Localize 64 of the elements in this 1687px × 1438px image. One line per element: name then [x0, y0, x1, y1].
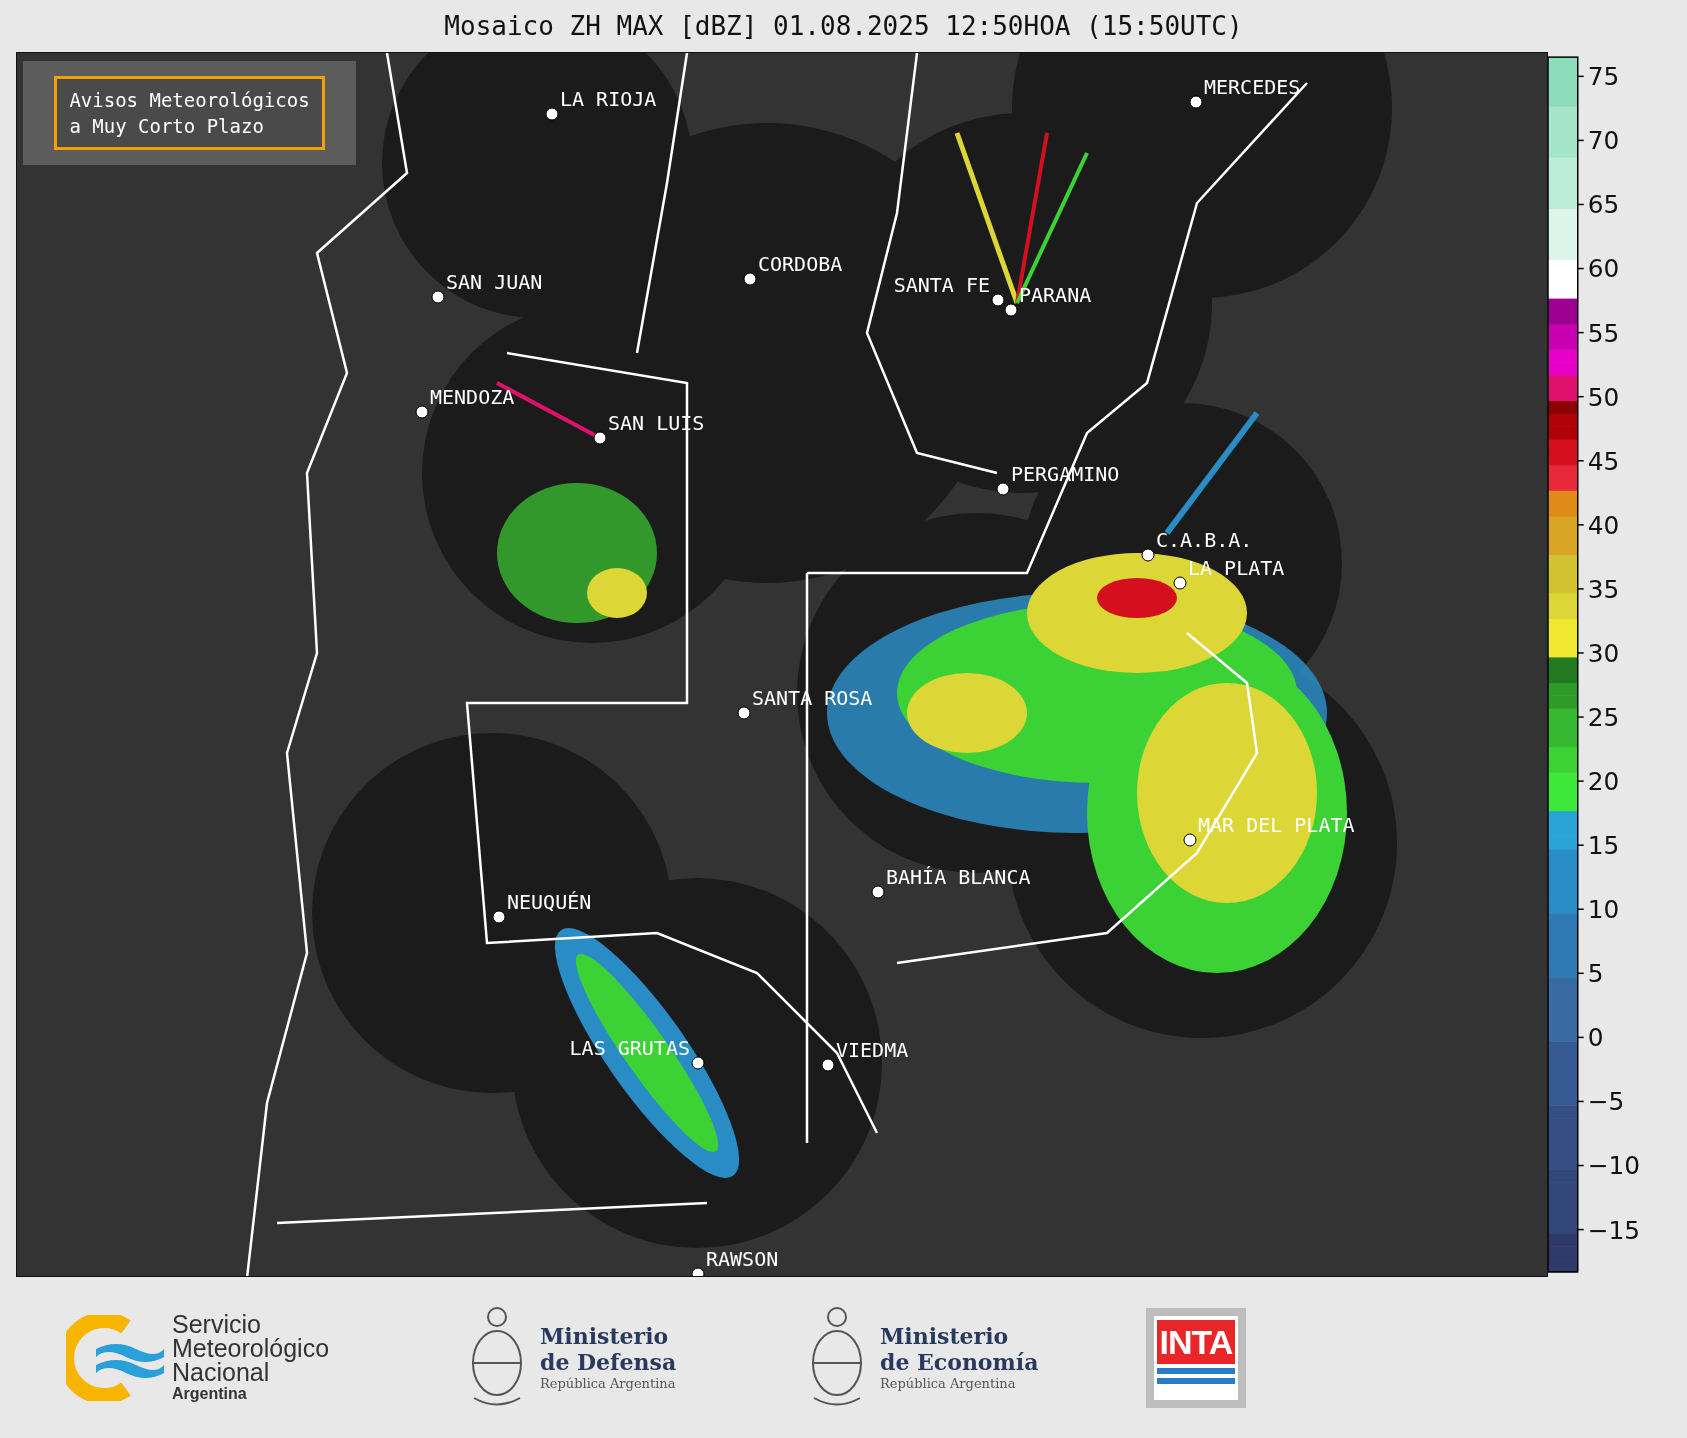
- city-label: BAHÍA BLANCA: [886, 865, 1031, 889]
- city-label: RAWSON: [706, 1247, 779, 1271]
- logo-text: Ministerio: [880, 1322, 1010, 1349]
- city-label: SANTA FE: [893, 273, 990, 297]
- city-label: VIEDMA: [836, 1038, 909, 1062]
- colorbar-tick-label: 75: [1587, 62, 1620, 92]
- logo-text: Nacional: [172, 1359, 270, 1384]
- city-marker: [743, 272, 757, 286]
- logo-text: de Economía: [880, 1348, 1039, 1375]
- city-marker: [1141, 548, 1155, 562]
- city-marker: [415, 405, 429, 419]
- city-marker: [691, 1056, 705, 1070]
- city-label: C.A.B.A.: [1156, 528, 1253, 552]
- city-marker: [1004, 303, 1018, 317]
- logo-text: Ministerio: [540, 1322, 670, 1349]
- logo-text: de Defensa: [540, 1348, 677, 1375]
- city-marker: [991, 293, 1005, 307]
- city-marker: [737, 706, 751, 720]
- city-label: LA RIOJA: [560, 87, 657, 111]
- logo-text: República Argentina: [880, 1374, 1017, 1393]
- colorbar-tick-label: 45: [1587, 446, 1620, 476]
- logo-text: INTA: [1157, 1319, 1235, 1364]
- city-label: SAN JUAN: [446, 270, 543, 294]
- colorbar-tick-label: 0: [1587, 1023, 1604, 1053]
- city-marker: [1173, 576, 1187, 590]
- city-marker: [492, 910, 506, 924]
- colorbar-tick-label: 35: [1587, 574, 1620, 604]
- colorbar-tick-label: 50: [1587, 382, 1620, 412]
- city-label: PARANA: [1019, 283, 1092, 307]
- city-label: CORDOBA: [758, 252, 843, 276]
- colorbar-tick-label: 70: [1587, 126, 1620, 156]
- colorbar-tick-label: −5: [1587, 1087, 1625, 1117]
- colorbar-tick-label: 30: [1587, 638, 1620, 668]
- city-label: MERCEDES: [1204, 75, 1301, 99]
- city-label: NEUQUÉN: [507, 890, 592, 914]
- city-marker: [431, 290, 445, 304]
- colorbar-tick-label: −15: [1587, 1215, 1641, 1245]
- city-marker: [1189, 95, 1203, 109]
- logo-text: Meteorológico: [172, 1335, 330, 1360]
- colorbar-tick-label: −10: [1587, 1151, 1641, 1181]
- colorbar-tick-label: 55: [1587, 318, 1620, 348]
- colorbar-tick-label: 20: [1587, 767, 1620, 797]
- logo-text: Argentina: [172, 1383, 248, 1404]
- city-marker: [545, 107, 559, 121]
- logo-text: Servicio: [172, 1311, 262, 1336]
- city-marker: [821, 1058, 835, 1072]
- colorbar-tick-label: 65: [1587, 190, 1620, 220]
- colorbar-tick-label: 60: [1587, 254, 1620, 284]
- city-label: LA PLATA: [1188, 556, 1285, 580]
- colorbar-tick-label: 40: [1587, 510, 1620, 540]
- colorbar-tick-label: 5: [1587, 959, 1604, 989]
- city-label: MENDOZA: [430, 385, 515, 409]
- colorbar-tick-label: 10: [1587, 895, 1620, 925]
- smn-logo-icon: [66, 1314, 164, 1401]
- colorbar-tick-label: 15: [1587, 831, 1620, 861]
- city-marker: [996, 482, 1010, 496]
- logo-text: República Argentina: [540, 1374, 677, 1393]
- city-marker: [691, 1267, 705, 1276]
- chart-title: Mosaico ZH MAX [dBZ] 01.08.2025 12:50HOA (15:50UTC): [443, 10, 1244, 43]
- colorbar-tick-label: 25: [1587, 702, 1620, 732]
- alert-box-text: Avisos Meteorológicos a Muy Corto Plazo: [54, 76, 325, 150]
- city-marker: [871, 885, 885, 899]
- city-marker: [1183, 833, 1197, 847]
- city-marker: [593, 431, 607, 445]
